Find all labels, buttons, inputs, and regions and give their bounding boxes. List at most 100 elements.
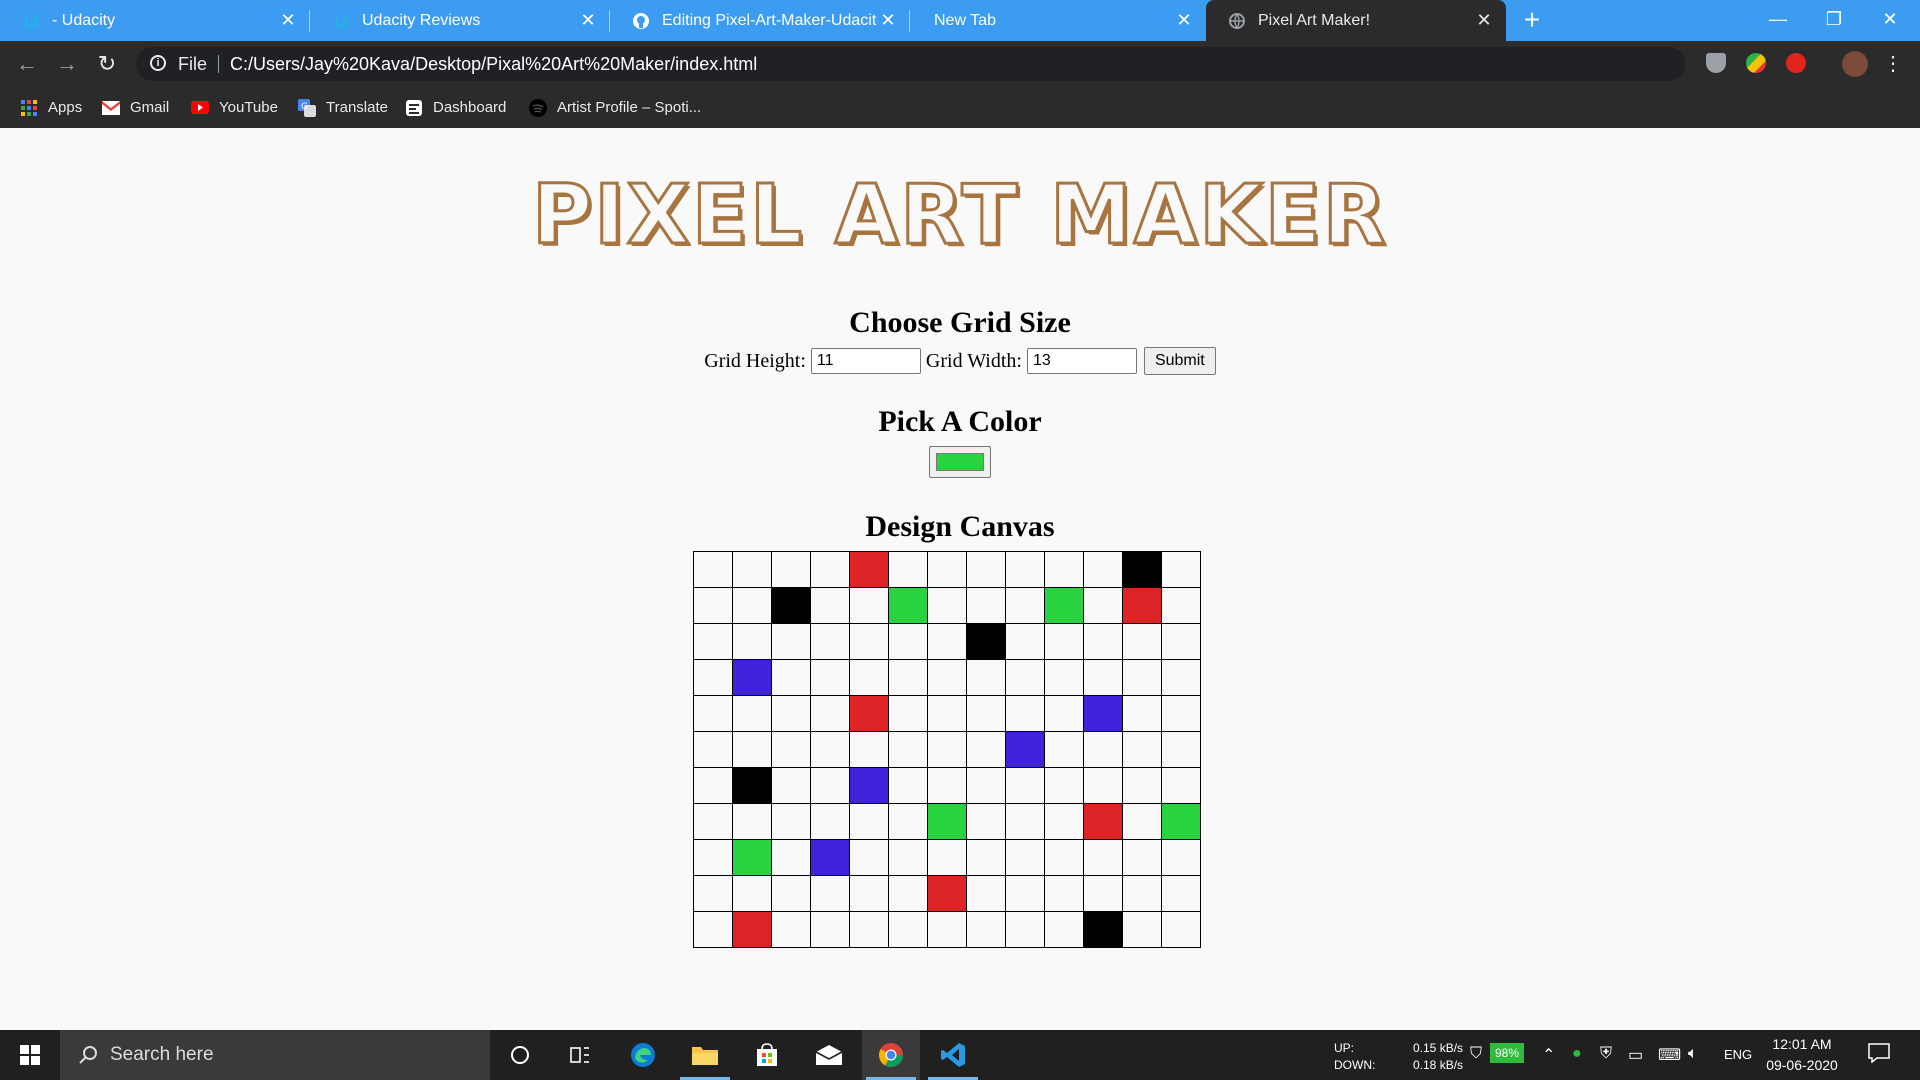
canvas-cell[interactable] xyxy=(1122,695,1162,732)
canvas-cell[interactable] xyxy=(732,875,772,912)
canvas-cell[interactable] xyxy=(1083,623,1123,660)
canvas-cell[interactable] xyxy=(771,767,811,804)
canvas-cell[interactable] xyxy=(966,695,1006,732)
defender-shield-icon[interactable]: ⛉ xyxy=(1470,1045,1482,1063)
canvas-cell[interactable] xyxy=(888,875,928,912)
canvas-cell[interactable] xyxy=(849,911,889,948)
canvas-cell[interactable] xyxy=(927,587,967,624)
canvas-cell[interactable] xyxy=(693,623,733,660)
canvas-cell[interactable] xyxy=(1161,623,1201,660)
canvas-cell[interactable] xyxy=(1161,551,1201,588)
canvas-cell[interactable] xyxy=(1005,659,1045,696)
mail-icon[interactable] xyxy=(800,1030,858,1080)
bookmark-dashboard[interactable]: Dashboard xyxy=(405,87,506,128)
canvas-cell[interactable] xyxy=(927,803,967,840)
canvas-cell[interactable] xyxy=(1005,587,1045,624)
minimize-button[interactable]: — xyxy=(1750,0,1806,41)
canvas-cell[interactable] xyxy=(810,911,850,948)
volume-icon[interactable]: 🔈︎ xyxy=(1688,1045,1698,1063)
canvas-cell[interactable] xyxy=(1044,731,1084,768)
canvas-cell[interactable] xyxy=(927,695,967,732)
close-icon[interactable]: ✕ xyxy=(276,10,300,31)
canvas-cell[interactable] xyxy=(1044,767,1084,804)
canvas-cell[interactable] xyxy=(849,875,889,912)
canvas-cell[interactable] xyxy=(1083,839,1123,876)
canvas-cell[interactable] xyxy=(966,875,1006,912)
window-close-button[interactable]: ✕ xyxy=(1862,0,1918,41)
menu-kebab-icon[interactable]: ⋮ xyxy=(1878,49,1908,79)
canvas-cell[interactable] xyxy=(771,695,811,732)
tab-udacity[interactable]: - Udacity ✕ xyxy=(0,0,310,41)
canvas-cell[interactable] xyxy=(966,803,1006,840)
canvas-cell[interactable] xyxy=(849,551,889,588)
close-icon[interactable]: ✕ xyxy=(1472,10,1496,31)
canvas-cell[interactable] xyxy=(966,839,1006,876)
canvas-cell[interactable] xyxy=(732,551,772,588)
canvas-cell[interactable] xyxy=(1044,695,1084,732)
canvas-cell[interactable] xyxy=(732,839,772,876)
canvas-cell[interactable] xyxy=(927,875,967,912)
canvas-cell[interactable] xyxy=(1122,911,1162,948)
canvas-cell[interactable] xyxy=(1005,803,1045,840)
canvas-cell[interactable] xyxy=(1083,659,1123,696)
tab-new-tab[interactable]: New Tab ✕ xyxy=(910,0,1206,41)
canvas-cell[interactable] xyxy=(966,623,1006,660)
canvas-cell[interactable] xyxy=(771,839,811,876)
canvas-cell[interactable] xyxy=(771,731,811,768)
battery-percent-badge[interactable]: 98% xyxy=(1490,1043,1525,1063)
start-button[interactable] xyxy=(0,1030,60,1080)
canvas-cell[interactable] xyxy=(810,587,850,624)
canvas-cell[interactable] xyxy=(732,587,772,624)
canvas-cell[interactable] xyxy=(1044,659,1084,696)
canvas-cell[interactable] xyxy=(1005,731,1045,768)
canvas-cell[interactable] xyxy=(888,767,928,804)
canvas-cell[interactable] xyxy=(1083,587,1123,624)
canvas-cell[interactable] xyxy=(810,839,850,876)
chevron-up-icon[interactable]: ⌃ xyxy=(1542,1045,1555,1065)
canvas-cell[interactable] xyxy=(1044,839,1084,876)
canvas-cell[interactable] xyxy=(1005,767,1045,804)
canvas-cell[interactable] xyxy=(732,623,772,660)
canvas-cell[interactable] xyxy=(849,731,889,768)
bookmark-youtube[interactable]: YouTube xyxy=(191,87,278,128)
canvas-cell[interactable] xyxy=(1044,875,1084,912)
canvas-cell[interactable] xyxy=(966,551,1006,588)
canvas-cell[interactable] xyxy=(810,767,850,804)
tab-udacity-reviews[interactable]: Udacity Reviews ✕ xyxy=(310,0,610,41)
file-explorer-icon[interactable] xyxy=(676,1030,734,1080)
canvas-cell[interactable] xyxy=(849,767,889,804)
canvas-cell[interactable] xyxy=(927,911,967,948)
canvas-cell[interactable] xyxy=(693,911,733,948)
canvas-cell[interactable] xyxy=(732,659,772,696)
canvas-cell[interactable] xyxy=(732,695,772,732)
canvas-cell[interactable] xyxy=(732,731,772,768)
canvas-cell[interactable] xyxy=(1122,659,1162,696)
canvas-cell[interactable] xyxy=(771,659,811,696)
canvas-cell[interactable] xyxy=(1083,911,1123,948)
canvas-cell[interactable] xyxy=(888,911,928,948)
submit-button[interactable]: Submit xyxy=(1143,347,1216,375)
canvas-cell[interactable] xyxy=(732,803,772,840)
canvas-cell[interactable] xyxy=(966,767,1006,804)
edge-icon[interactable] xyxy=(614,1030,672,1080)
canvas-cell[interactable] xyxy=(1005,875,1045,912)
canvas-cell[interactable] xyxy=(927,551,967,588)
canvas-cell[interactable] xyxy=(888,839,928,876)
canvas-cell[interactable] xyxy=(771,587,811,624)
canvas-cell[interactable] xyxy=(810,551,850,588)
canvas-cell[interactable] xyxy=(1122,803,1162,840)
canvas-cell[interactable] xyxy=(1122,731,1162,768)
bookmark-apps[interactable]: Apps xyxy=(20,87,82,128)
close-icon[interactable]: ✕ xyxy=(876,10,900,31)
canvas-cell[interactable] xyxy=(810,875,850,912)
battery-icon[interactable]: ▭ xyxy=(1628,1045,1643,1065)
security-icon[interactable]: ⛨ xyxy=(1600,1045,1612,1063)
tab-pixel-art-maker[interactable]: Pixel Art Maker! ✕ xyxy=(1206,0,1506,41)
profile-avatar[interactable] xyxy=(1842,51,1868,77)
canvas-cell[interactable] xyxy=(1044,623,1084,660)
bookmark-spotify[interactable]: Artist Profile – Spoti... xyxy=(529,87,701,128)
canvas-cell[interactable] xyxy=(1122,587,1162,624)
canvas-cell[interactable] xyxy=(693,695,733,732)
info-icon[interactable]: i xyxy=(150,55,166,71)
canvas-cell[interactable] xyxy=(927,659,967,696)
